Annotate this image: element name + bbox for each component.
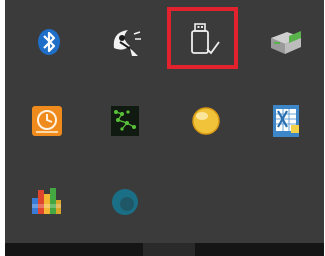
selection-highlight-box: [167, 7, 238, 69]
spreadsheet-app-icon[interactable]: [267, 101, 307, 141]
colorful-bars-icon[interactable]: [26, 180, 66, 220]
notification-area-overflow: [5, 0, 324, 243]
bluetooth-icon[interactable]: [29, 22, 69, 62]
network-printer-icon[interactable]: [265, 22, 305, 62]
clock-update-icon[interactable]: [27, 101, 67, 141]
yellow-circle-icon[interactable]: [186, 101, 226, 141]
terminal-network-icon[interactable]: [105, 101, 145, 141]
teal-circle-icon[interactable]: [105, 182, 145, 222]
taskbar-strip: [5, 243, 324, 256]
taskbar-segment: [143, 243, 195, 256]
satellite-dish-icon[interactable]: [106, 22, 146, 62]
